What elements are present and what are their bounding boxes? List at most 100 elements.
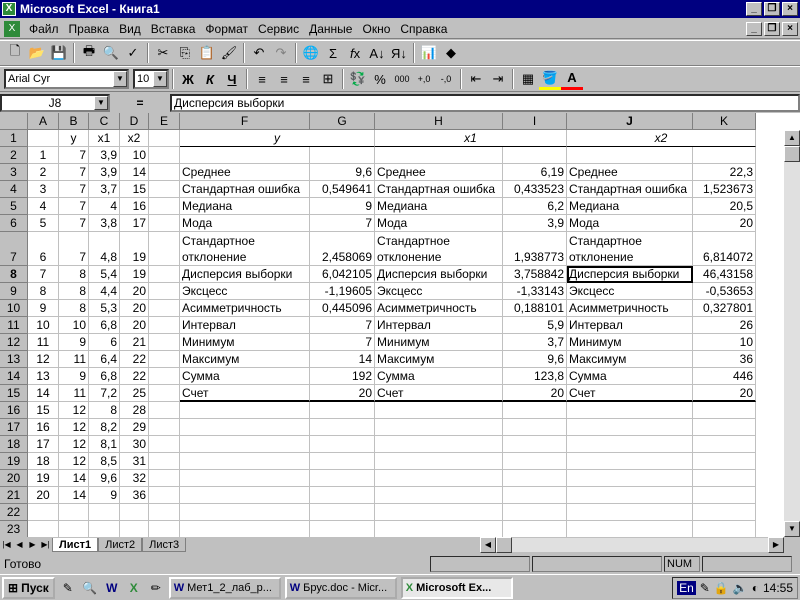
open-icon[interactable]: 📂 — [26, 42, 48, 64]
print-icon[interactable]: 🖶 — [78, 42, 100, 64]
stats-value-x2[interactable]: 20 — [693, 385, 756, 402]
cell-d1[interactable]: x2 — [120, 130, 149, 147]
quicklaunch-tool-icon[interactable]: ✏ — [147, 579, 165, 597]
cell-d11[interactable]: 20 — [120, 317, 149, 334]
cell-a22[interactable] — [28, 504, 59, 521]
copy-icon[interactable]: ⎘ — [174, 42, 196, 64]
stats-value-x1[interactable]: 6,19 — [503, 164, 567, 181]
stats-value-y[interactable]: 0,445096 — [310, 300, 375, 317]
cell-f16[interactable] — [180, 402, 310, 419]
cell-j19[interactable] — [567, 453, 693, 470]
cell-e18[interactable] — [149, 436, 180, 453]
cell-c4[interactable]: 3,7 — [89, 181, 120, 198]
vertical-scrollbar[interactable]: ▲ ▼ — [784, 130, 800, 537]
cell-d5[interactable]: 16 — [120, 198, 149, 215]
cell-e19[interactable] — [149, 453, 180, 470]
stats-value-x1[interactable]: 6,2 — [503, 198, 567, 215]
scroll-up-icon[interactable]: ▲ — [784, 130, 800, 146]
cell-d20[interactable]: 32 — [120, 470, 149, 487]
stats-label-x1[interactable]: Минимум — [375, 334, 503, 351]
cell-a8[interactable]: 7 — [28, 266, 59, 283]
menu-format[interactable]: Формат — [200, 22, 253, 36]
stats-value-y[interactable]: 20 — [310, 385, 375, 402]
cell-b14[interactable]: 9 — [59, 368, 89, 385]
stats-value-x2[interactable]: 6,814072 — [693, 232, 756, 266]
stats-label-y[interactable]: Асимметричность — [180, 300, 310, 317]
stats-value-x2[interactable]: 22,3 — [693, 164, 756, 181]
sort-descending-icon[interactable]: Я↓ — [388, 42, 410, 64]
workbook-icon[interactable]: X — [4, 20, 20, 37]
cell-k23[interactable] — [693, 521, 756, 537]
cell-a3[interactable]: 2 — [28, 164, 59, 181]
cell-d23[interactable] — [120, 521, 149, 537]
excel-app-icon[interactable]: X — [2, 2, 16, 16]
column-header-h[interactable]: H — [375, 113, 503, 130]
cell-i20[interactable] — [503, 470, 567, 487]
cell-e13[interactable] — [149, 351, 180, 368]
volume-icon[interactable]: 🔈 — [733, 581, 748, 595]
borders-icon[interactable]: ▦ — [517, 68, 539, 90]
stats-label-y[interactable]: Сумма — [180, 368, 310, 385]
stats-value-x1[interactable]: 3,7 — [503, 334, 567, 351]
stats-label-x2[interactable]: Максимум — [567, 351, 693, 368]
cell-a11[interactable]: 10 — [28, 317, 59, 334]
cell-e9[interactable] — [149, 283, 180, 300]
stats-value-x1[interactable]: 123,8 — [503, 368, 567, 385]
cell-g19[interactable] — [310, 453, 375, 470]
stats-label-x1[interactable]: Стандартная ошибка — [375, 181, 503, 198]
cell-e4[interactable] — [149, 181, 180, 198]
cell-a21[interactable]: 20 — [28, 487, 59, 504]
cell-d18[interactable]: 30 — [120, 436, 149, 453]
cell-d8[interactable]: 19 — [120, 266, 149, 283]
merge-center-icon[interactable]: ⊞ — [317, 68, 339, 90]
quicklaunch-word-icon[interactable]: W — [103, 579, 121, 597]
cell-j17[interactable] — [567, 419, 693, 436]
cell-i23[interactable] — [503, 521, 567, 537]
taskbar-item-word1[interactable]: W Мет1_2_лаб_р... — [168, 576, 281, 599]
currency-icon[interactable]: 💱 — [347, 68, 369, 90]
cell-b20[interactable]: 14 — [59, 470, 89, 487]
cell-a15[interactable]: 14 — [28, 385, 59, 402]
row-header-17[interactable]: 17 — [0, 419, 28, 436]
stats-label-x1[interactable]: Дисперсия выборки — [375, 266, 503, 283]
cell-b10[interactable]: 8 — [59, 300, 89, 317]
cell-d4[interactable]: 15 — [120, 181, 149, 198]
increase-decimal-icon[interactable]: +,0 — [413, 68, 435, 90]
doc-restore-button[interactable]: ❐ — [764, 22, 780, 36]
menu-file[interactable]: Файл — [24, 22, 64, 36]
row-header-4[interactable]: 4 — [0, 181, 28, 198]
spreadsheet-grid[interactable]: A B C D E F G H I J K 1 2 3 4 5 6 7 8 9 10 11 12 13 14 15 16 17 18 19… — [0, 113, 800, 537]
cell-d12[interactable]: 21 — [120, 334, 149, 351]
row-header-9[interactable]: 9 — [0, 283, 28, 300]
cell-a12[interactable]: 11 — [28, 334, 59, 351]
stats-value-x1[interactable]: 20 — [503, 385, 567, 402]
cell-k21[interactable] — [693, 487, 756, 504]
stats-label-y[interactable]: Дисперсия выборки — [180, 266, 310, 283]
cell-d22[interactable] — [120, 504, 149, 521]
stats-label-x2[interactable]: Мода — [567, 215, 693, 232]
cell-c16[interactable]: 8 — [89, 402, 120, 419]
decrease-decimal-icon[interactable]: -,0 — [435, 68, 457, 90]
stats-label-x2[interactable]: Стандартная ошибка — [567, 181, 693, 198]
cell-h19[interactable] — [375, 453, 503, 470]
cell-k20[interactable] — [693, 470, 756, 487]
cell-k18[interactable] — [693, 436, 756, 453]
cell-a2[interactable]: 1 — [28, 147, 59, 164]
cell-h18[interactable] — [375, 436, 503, 453]
cell-d7[interactable]: 19 — [120, 232, 149, 266]
stats-value-y[interactable]: 9,6 — [310, 164, 375, 181]
cell-c1[interactable]: x1 — [89, 130, 120, 147]
cell-j18[interactable] — [567, 436, 693, 453]
cell-a14[interactable]: 13 — [28, 368, 59, 385]
cell-b8[interactable]: 8 — [59, 266, 89, 283]
cell-j21[interactable] — [567, 487, 693, 504]
cell-i19[interactable] — [503, 453, 567, 470]
row-header-19[interactable]: 19 — [0, 453, 28, 470]
stats-label-x2[interactable]: Среднее — [567, 164, 693, 181]
minimize-button[interactable]: _ — [746, 2, 762, 16]
stats-label-y[interactable]: Максимум — [180, 351, 310, 368]
cell-f19[interactable] — [180, 453, 310, 470]
sort-ascending-icon[interactable]: A↓ — [366, 42, 388, 64]
cell-b16[interactable]: 12 — [59, 402, 89, 419]
cell-c15[interactable]: 7,2 — [89, 385, 120, 402]
